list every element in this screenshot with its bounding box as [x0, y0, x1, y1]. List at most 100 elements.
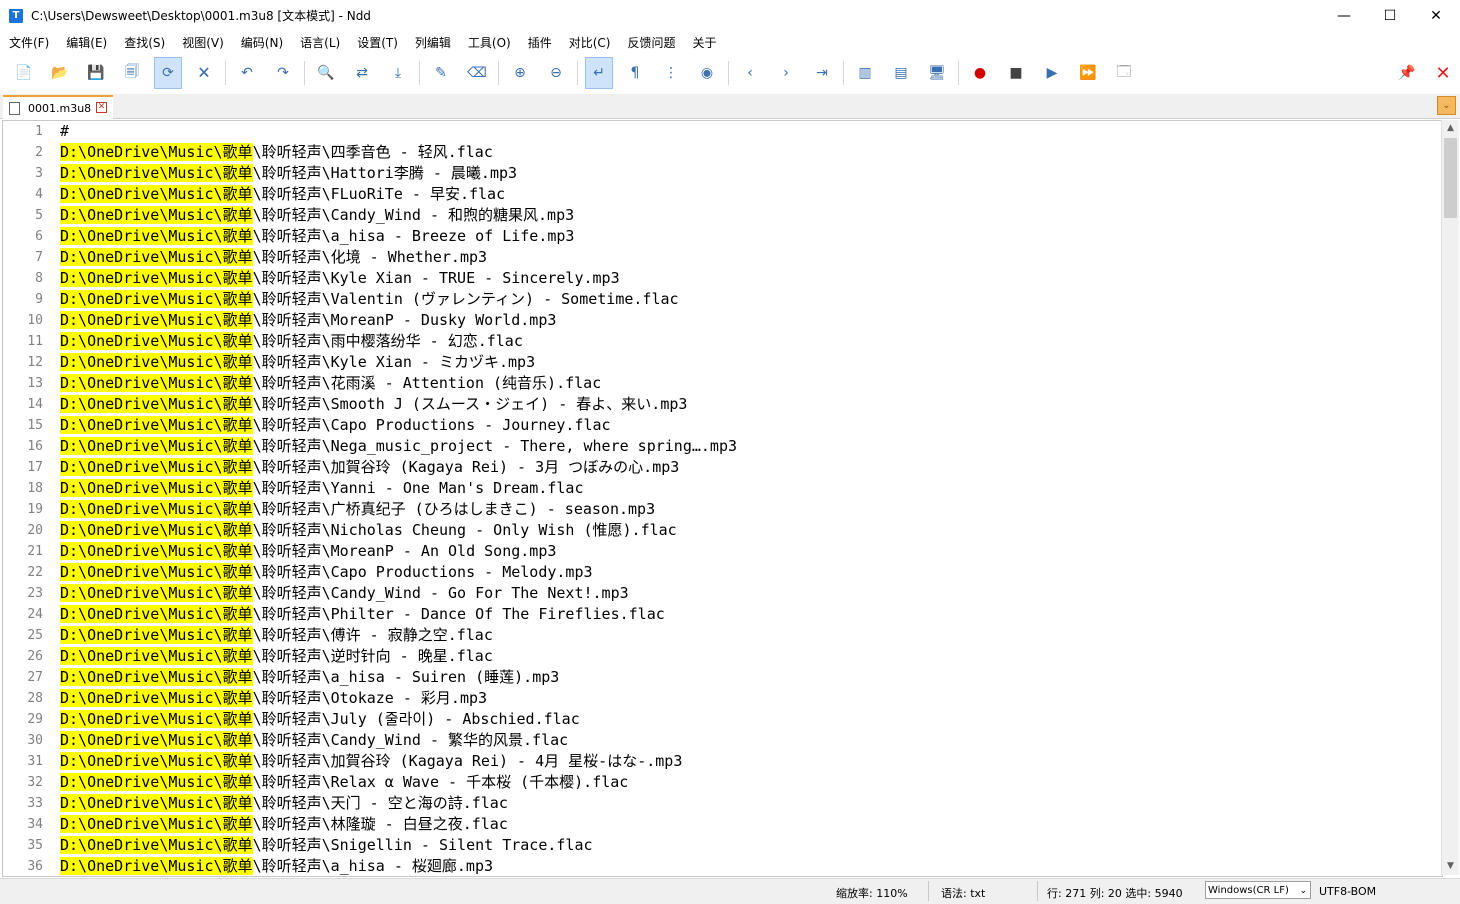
editor-line[interactable]: 15 D:\OneDrive\Music\歌单\聆听轻声\Capo Product… — [3, 415, 1442, 436]
clear-mark-icon[interactable]: ⌫ — [463, 59, 491, 87]
split-vertical-icon[interactable]: ▤ — [887, 59, 915, 87]
editor-line[interactable]: 27 D:\OneDrive\Music\歌单\聆听轻声\a_hisa - Sui… — [3, 667, 1442, 688]
auto-save-icon[interactable]: ⟳ — [154, 57, 182, 89]
menu-column-edit[interactable]: 列编辑 — [406, 34, 459, 51]
word-wrap-icon[interactable]: ↵ — [585, 57, 613, 89]
editor-line[interactable]: 4 D:\OneDrive\Music\歌单\聆听轻声\FLuoRiTe - 早安… — [3, 184, 1442, 205]
eol-select[interactable]: Windows(CR LF) ⌄ — [1205, 881, 1311, 899]
editor-line[interactable]: 12 D:\OneDrive\Music\歌单\聆听轻声\Kyle Xian - … — [3, 352, 1442, 373]
menu-settings[interactable]: 设置(T) — [348, 34, 406, 51]
editor-line[interactable]: 32 D:\OneDrive\Music\歌单\聆听轻声\Relax α Wave… — [3, 772, 1442, 793]
open-file-icon[interactable]: 📂 — [46, 59, 74, 87]
focus-icon[interactable]: ◉ — [693, 59, 721, 87]
zoom-in-icon[interactable]: ⊕ — [506, 59, 534, 87]
editor-line[interactable]: 20 D:\OneDrive\Music\歌单\聆听轻声\Nicholas Che… — [3, 520, 1442, 541]
editor-line[interactable]: 8 D:\OneDrive\Music\歌单\聆听轻声\Kyle Xian - T… — [3, 268, 1442, 289]
editor-line[interactable]: 10 D:\OneDrive\Music\歌单\聆听轻声\MoreanP - Du… — [3, 310, 1442, 331]
menu-plugins[interactable]: 插件 — [519, 34, 560, 51]
line-text: D:\OneDrive\Music\歌单\聆听轻声\Hattori李腾 - 晨曦… — [60, 163, 517, 184]
editor-line[interactable]: 5 D:\OneDrive\Music\歌单\聆听轻声\Candy_Wind - … — [3, 205, 1442, 226]
highlighted-prefix: D:\OneDrive\Music\歌单 — [60, 836, 253, 854]
stop-macro-icon[interactable]: ■ — [1002, 59, 1030, 87]
editor-line[interactable]: 17 D:\OneDrive\Music\歌单\聆听轻声\加賀谷玲 (Kagaya… — [3, 457, 1442, 478]
record-macro-icon[interactable]: ● — [966, 59, 994, 87]
editor-line[interactable]: 29 D:\OneDrive\Music\歌单\聆听轻声\July (줄라이) -… — [3, 709, 1442, 730]
status-cursor-position: 行: 271 列: 20 选中: 5940 — [1047, 887, 1183, 900]
tab-close-icon[interactable]: ✕ — [96, 102, 107, 113]
scrollbar-thumb[interactable] — [1444, 138, 1457, 218]
close-x-icon[interactable]: ✕ — [1429, 59, 1457, 87]
zoom-out-icon[interactable]: ⊖ — [542, 59, 570, 87]
goto-line-icon[interactable]: ⤓ — [384, 59, 412, 87]
tab-list-dropdown-icon[interactable]: ⌄ — [1437, 96, 1456, 115]
line-text: D:\OneDrive\Music\歌单\聆听轻声\林隆璇 - 白昼之夜.fla… — [60, 814, 508, 835]
split-horizontal-icon[interactable]: ▥ — [851, 59, 879, 87]
editor-line[interactable]: 24 D:\OneDrive\Music\歌单\聆听轻声\Philter - Da… — [3, 604, 1442, 625]
editor-line[interactable]: 7 D:\OneDrive\Music\歌单\聆听轻声\化境 - Whether.… — [3, 247, 1442, 268]
next-icon[interactable]: › — [772, 59, 800, 87]
save-icon[interactable]: 💾 — [82, 59, 110, 87]
undo-icon[interactable]: ↶ — [233, 59, 261, 87]
editor-line[interactable]: 19 D:\OneDrive\Music\歌单\聆听轻声\广桥真纪子 (ひろはしま… — [3, 499, 1442, 520]
tab-0001-m3u8[interactable]: 0001.m3u8 ✕ — [3, 95, 113, 120]
menu-search[interactable]: 查找(S) — [115, 34, 173, 51]
show-symbols-icon[interactable]: ¶ — [621, 59, 649, 87]
editor-line[interactable]: 22 D:\OneDrive\Music\歌单\聆听轻声\Capo Product… — [3, 562, 1442, 583]
vertical-scrollbar[interactable]: ▲ ▼ — [1441, 120, 1459, 875]
redo-icon[interactable]: ↷ — [269, 59, 297, 87]
find-icon[interactable]: 🔍 — [312, 59, 340, 87]
save-macro-icon[interactable]: 🗔 — [1110, 59, 1138, 87]
monitor-icon[interactable]: 🖥 — [923, 59, 951, 87]
editor-line[interactable]: 30 D:\OneDrive\Music\歌单\聆听轻声\Candy_Wind -… — [3, 730, 1442, 751]
mark-icon[interactable]: ✎ — [427, 59, 455, 87]
highlighted-prefix: D:\OneDrive\Music\歌单 — [60, 710, 253, 728]
minimize-button[interactable]: — — [1321, 0, 1367, 31]
editor-line[interactable]: 21 D:\OneDrive\Music\歌单\聆听轻声\MoreanP - An… — [3, 541, 1442, 562]
close-file-icon[interactable]: 🗙 — [190, 59, 218, 87]
menu-feedback[interactable]: 反馈问题 — [619, 34, 684, 51]
line-content: \聆听轻声\Otokaze - 彩月.mp3 — [252, 689, 488, 707]
indent-guide-icon[interactable]: ⋮ — [657, 59, 685, 87]
new-file-icon[interactable]: 📄 — [10, 59, 38, 87]
play-macro-multiple-icon[interactable]: ⏩ — [1074, 59, 1102, 87]
line-number: 19 — [27, 502, 43, 517]
editor-line[interactable]: 25 D:\OneDrive\Music\歌单\聆听轻声\傅许 - 寂静之空.fl… — [3, 625, 1442, 646]
editor-line[interactable]: 6 D:\OneDrive\Music\歌单\聆听轻声\a_hisa - Bree… — [3, 226, 1442, 247]
editor-line[interactable]: 3 D:\OneDrive\Music\歌单\聆听轻声\Hattori李腾 - 晨… — [3, 163, 1442, 184]
editor-line[interactable]: 28 D:\OneDrive\Music\歌单\聆听轻声\Otokaze - 彩月… — [3, 688, 1442, 709]
menu-tools[interactable]: 工具(O) — [459, 34, 519, 51]
maximize-button[interactable]: ☐ — [1367, 0, 1413, 31]
play-macro-icon[interactable]: ▶ — [1038, 59, 1066, 87]
editor-line[interactable]: 35 D:\OneDrive\Music\歌单\聆听轻声\Snigellin - … — [3, 835, 1442, 856]
menu-encoding[interactable]: 编码(N) — [232, 34, 291, 51]
save-all-icon[interactable]: 🗐 — [118, 59, 146, 87]
editor-line[interactable]: 1 # — [3, 121, 1442, 142]
menu-file[interactable]: 文件(F) — [0, 34, 57, 51]
editor-line[interactable]: 11 D:\OneDrive\Music\歌单\聆听轻声\雨中樱落纷华 - 幻恋.… — [3, 331, 1442, 352]
go-icon[interactable]: ⇥ — [808, 59, 836, 87]
editor-line[interactable]: 9 D:\OneDrive\Music\歌单\聆听轻声\Valentin (ヴァレ… — [3, 289, 1442, 310]
editor-line[interactable]: 14 D:\OneDrive\Music\歌单\聆听轻声\Smooth J (スム… — [3, 394, 1442, 415]
editor-line[interactable]: 23 D:\OneDrive\Music\歌单\聆听轻声\Candy_Wind -… — [3, 583, 1442, 604]
editor-line[interactable]: 33 D:\OneDrive\Music\歌单\聆听轻声\天门 - 空と海の詩.f… — [3, 793, 1442, 814]
editor-line[interactable]: 31 D:\OneDrive\Music\歌单\聆听轻声\加賀谷玲 (Kagaya… — [3, 751, 1442, 772]
scroll-up-icon[interactable]: ▲ — [1442, 120, 1459, 137]
editor-line[interactable]: 13 D:\OneDrive\Music\歌单\聆听轻声\花雨溪 - Attent… — [3, 373, 1442, 394]
previous-icon[interactable]: ‹ — [736, 59, 764, 87]
editor-line[interactable]: 18 D:\OneDrive\Music\歌单\聆听轻声\Yanni - One … — [3, 478, 1442, 499]
editor-line[interactable]: 2 D:\OneDrive\Music\歌单\聆听轻声\四季音色 - 轻风.fla… — [3, 142, 1442, 163]
pin-icon[interactable]: 📌 — [1393, 59, 1421, 87]
editor-line[interactable]: 34 D:\OneDrive\Music\歌单\聆听轻声\林隆璇 - 白昼之夜.f… — [3, 814, 1442, 835]
menu-edit[interactable]: 编辑(E) — [57, 34, 115, 51]
editor-line[interactable]: 36 D:\OneDrive\Music\歌单\聆听轻声\a_hisa - 桜廻廊… — [3, 856, 1442, 876]
editor-line[interactable]: 16 D:\OneDrive\Music\歌单\聆听轻声\Nega_music_p… — [3, 436, 1442, 457]
editor-line[interactable]: 26 D:\OneDrive\Music\歌单\聆听轻声\逆时针向 - 晚星.fl… — [3, 646, 1442, 667]
replace-icon[interactable]: ⇄ — [348, 59, 376, 87]
menu-about[interactable]: 关于 — [684, 34, 725, 51]
menu-language[interactable]: 语言(L) — [291, 34, 348, 51]
close-window-button[interactable]: ✕ — [1413, 0, 1459, 31]
menu-compare[interactable]: 对比(C) — [560, 34, 619, 51]
scroll-down-icon[interactable]: ▼ — [1442, 858, 1459, 875]
text-editor[interactable]: 1 #2 D:\OneDrive\Music\歌单\聆听轻声\四季音色 - 轻风.f… — [2, 120, 1443, 877]
menu-view[interactable]: 视图(V) — [173, 34, 232, 51]
